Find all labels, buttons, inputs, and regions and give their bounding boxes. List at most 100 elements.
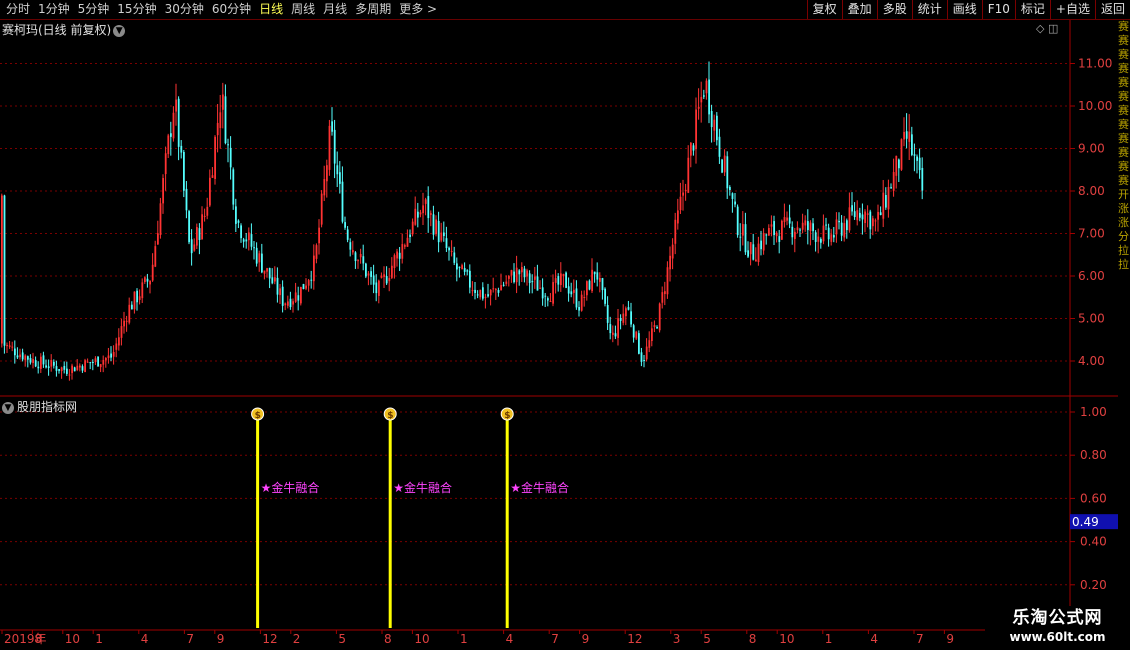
- candle-body: [695, 109, 697, 150]
- candle-body: [508, 276, 510, 279]
- candle-body: [84, 360, 86, 373]
- strip-char: 赛: [1118, 90, 1129, 103]
- strip-char: 赛: [1118, 118, 1129, 131]
- window-toggle-icon[interactable]: ◫: [1048, 22, 1058, 35]
- candle-body: [484, 296, 487, 298]
- candle-body: [557, 276, 560, 285]
- candle-body: [427, 196, 430, 219]
- time-tick-label: 12: [627, 632, 642, 646]
- candle-body: [573, 289, 575, 293]
- candle-body: [591, 269, 593, 292]
- price-tick-label: 7.00: [1078, 227, 1105, 241]
- signal-label: ★金牛融合: [261, 480, 320, 495]
- candle-body: [479, 289, 482, 298]
- indicator-name: 股朋指标网: [17, 400, 78, 414]
- candle-body: [463, 268, 466, 272]
- candle-body: [718, 136, 721, 157]
- candle-body: [437, 220, 440, 243]
- candle-body: [502, 284, 505, 286]
- candle-body: [656, 327, 658, 329]
- candle-body: [469, 270, 471, 288]
- candle-body: [349, 242, 352, 250]
- candle-body: [367, 273, 370, 276]
- candle-body: [723, 155, 726, 173]
- candle-body: [81, 366, 84, 371]
- candle-body: [770, 224, 773, 227]
- candle-body: [354, 252, 357, 262]
- candle-body: [877, 211, 879, 220]
- candle-body: [274, 277, 276, 282]
- candle-body: [193, 244, 196, 251]
- candle-body: [833, 235, 835, 238]
- candle-body: [794, 231, 796, 239]
- candle-body: [874, 220, 877, 222]
- candle-body: [612, 332, 614, 335]
- candle-body: [203, 215, 206, 217]
- candle-body: [385, 276, 388, 284]
- candle-body: [271, 277, 274, 284]
- candle-body: [515, 267, 518, 283]
- candle-body: [458, 266, 461, 268]
- candle-body: [185, 188, 188, 211]
- candle-body: [838, 220, 840, 223]
- price-tick-label: 8.00: [1078, 184, 1105, 198]
- candle-body: [796, 227, 799, 231]
- candle-body: [276, 277, 279, 295]
- time-tick-label: 7: [551, 632, 559, 646]
- candle-body: [627, 307, 630, 310]
- candle-body: [671, 244, 674, 259]
- candle-body: [601, 278, 604, 291]
- right-info-strip: 赛赛赛赛赛赛赛赛赛赛赛赛开涨涨分拉拉: [1118, 20, 1130, 630]
- time-tick-label: 5: [703, 632, 711, 646]
- candle-body: [261, 253, 263, 273]
- strip-char: 赛: [1118, 20, 1129, 33]
- candle-body: [115, 343, 118, 350]
- candle-body: [846, 220, 848, 231]
- candle-body: [417, 211, 419, 218]
- candle-body: [409, 234, 411, 238]
- candle-body: [21, 352, 24, 360]
- candle-body: [562, 274, 565, 277]
- candle-body: [167, 135, 170, 155]
- candle-body: [775, 232, 778, 237]
- candle-body: [518, 270, 521, 275]
- candle-body: [536, 276, 539, 291]
- diamond-icon[interactable]: ◇: [1036, 22, 1044, 35]
- candle-body: [292, 301, 294, 305]
- candle-body: [32, 359, 34, 364]
- candle-body: [567, 286, 570, 294]
- candle-body: [326, 165, 328, 182]
- candle-body: [710, 111, 713, 128]
- candle-body: [79, 365, 81, 368]
- candle-body: [497, 290, 500, 293]
- candle-body: [198, 228, 201, 240]
- candle-body: [729, 186, 731, 191]
- candle-body: [625, 308, 627, 317]
- time-tick-label: 10: [65, 632, 80, 646]
- candle-body: [708, 79, 710, 115]
- candle-body: [393, 255, 396, 268]
- candle-body: [734, 201, 736, 205]
- chevron-down-icon[interactable]: ▼: [2, 401, 14, 414]
- time-tick-label: 10: [414, 632, 429, 646]
- chevron-down-icon[interactable]: ▼: [113, 24, 126, 37]
- candle-body: [700, 96, 703, 103]
- time-tick-label: 8: [384, 632, 392, 646]
- candle-body: [37, 366, 40, 369]
- candle-body: [788, 217, 791, 224]
- candle-body: [697, 106, 700, 109]
- candle-body: [653, 325, 656, 328]
- candle-body: [523, 268, 526, 278]
- candle-body: [596, 272, 599, 280]
- candle-body: [305, 285, 307, 289]
- candle-body: [336, 165, 339, 175]
- strip-char: 赛: [1118, 62, 1129, 75]
- candle-body: [443, 232, 445, 237]
- candle-body: [684, 189, 687, 191]
- candle-body: [640, 352, 643, 362]
- candle-body: [658, 303, 661, 331]
- candle-body: [765, 234, 768, 236]
- candle-body: [445, 238, 448, 249]
- money-bag-symbol: $: [255, 411, 261, 421]
- chart-area[interactable]: 11.00 10.00 9.00 8.00 7.00 6.00 5.00 4.00 1.00 0.…: [0, 0, 1130, 650]
